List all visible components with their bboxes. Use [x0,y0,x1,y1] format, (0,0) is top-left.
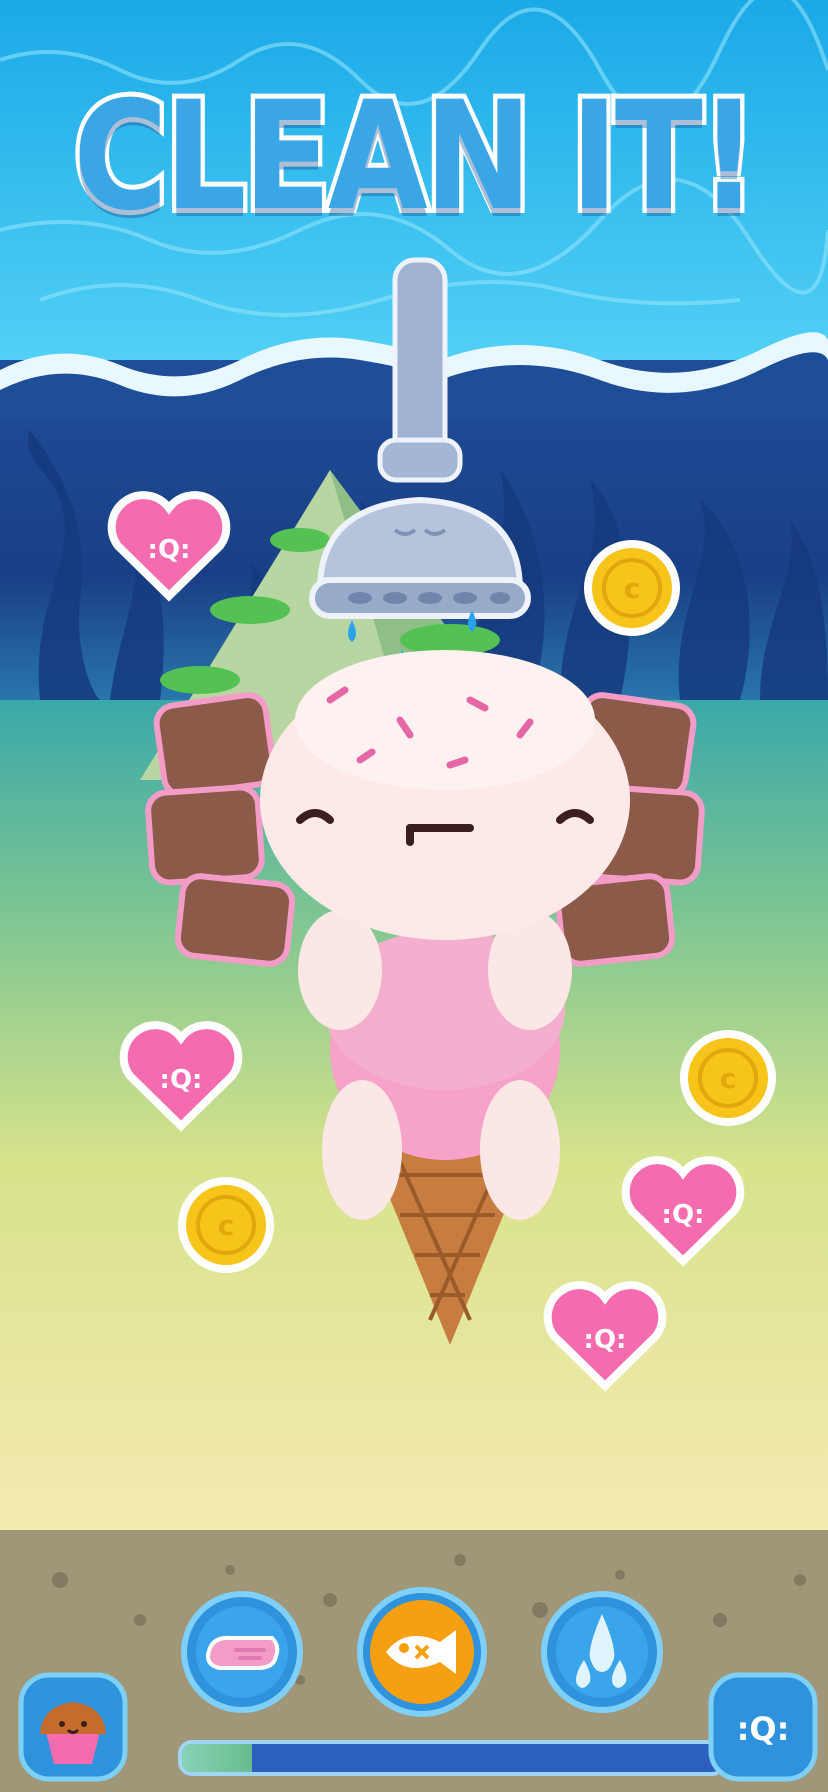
clean-progress-bar [178,1740,726,1776]
heart-collectible[interactable]: :Q: [620,1155,746,1267]
svg-text::Q:: :Q: [662,1200,705,1230]
clean-progress-fill [182,1744,253,1772]
coin-collectible[interactable]: c [176,1175,276,1275]
sponge-tool-button[interactable] [180,1590,304,1714]
heart-token-button[interactable]: :Q: [708,1672,818,1782]
cupcake-button[interactable] [18,1672,128,1782]
heart-collectible[interactable]: :Q: [106,490,232,602]
shower-head [309,257,531,619]
coin-collectible[interactable]: c [582,538,682,638]
water-tool-button[interactable] [540,1590,664,1714]
game-scene: CLEAN IT!:Q::Q::Q::Q: c c c:Q: [0,0,828,1792]
sponge-icon [205,1635,280,1670]
svg-text:c: c [218,1209,235,1242]
svg-text::Q:: :Q: [584,1325,627,1355]
character-scene [140,257,705,1345]
svg-text::Q:: :Q: [148,535,191,565]
heart-collectible[interactable]: :Q: [542,1280,668,1392]
coin-collectible[interactable]: c [678,1028,778,1128]
heart-collectible[interactable]: :Q: [118,1020,244,1132]
svg-text::Q:: :Q: [160,1065,203,1095]
svg-text:c: c [624,572,641,605]
fish-food-tool-button[interactable] [356,1586,488,1718]
heart-token-icon: :Q: [737,1710,790,1748]
svg-text:c: c [720,1062,737,1095]
